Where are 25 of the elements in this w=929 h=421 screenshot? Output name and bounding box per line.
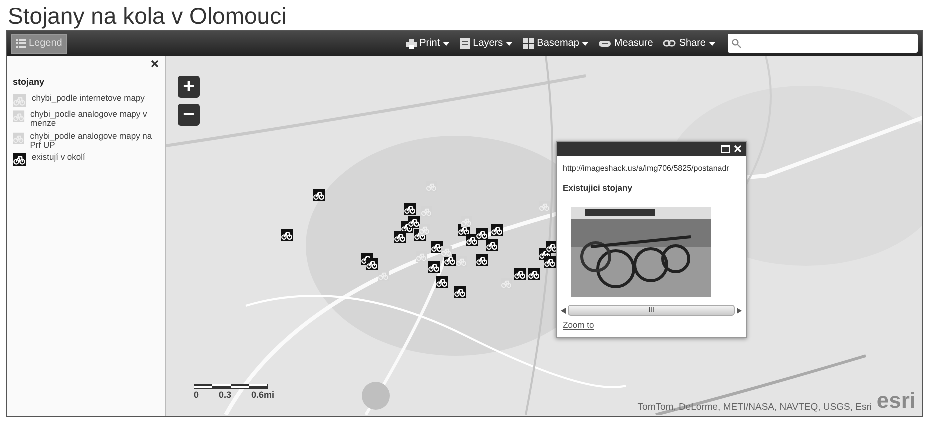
search-field[interactable] [728,34,918,53]
list-icon [16,39,26,48]
link-icon [663,40,676,47]
legend-label: chybi_podle analogove mapy na Prf UP [30,132,154,150]
bicycle-icon [13,132,24,145]
legend-label: chybi_podle analogove mapy v menze [30,110,148,129]
toolbar-button[interactable]: Basemap [523,38,590,49]
close-button[interactable] [151,60,159,68]
bicycle-icon [13,153,26,166]
grid-icon [523,38,534,49]
bicycle-icon [13,94,26,107]
layer-name: stojany [13,77,46,87]
page-title: Stojany na kola v Olomouci [7,2,288,30]
ruler-icon [599,40,612,48]
toolbar-button[interactable]: Share [663,38,716,49]
legend-label: chybi_podle internetove mapy [32,94,145,104]
layers-icon [460,38,470,49]
search-icon [732,39,741,48]
printer-icon [406,38,417,48]
legend-label: existují v okolí [32,153,86,163]
toolbar-button[interactable]: Layers [460,38,514,49]
toolbar-button[interactable]: Print [406,38,450,49]
toolbar-button[interactable]: Measure [599,38,654,49]
close-icon [151,60,159,68]
bicycle-icon [13,110,25,123]
